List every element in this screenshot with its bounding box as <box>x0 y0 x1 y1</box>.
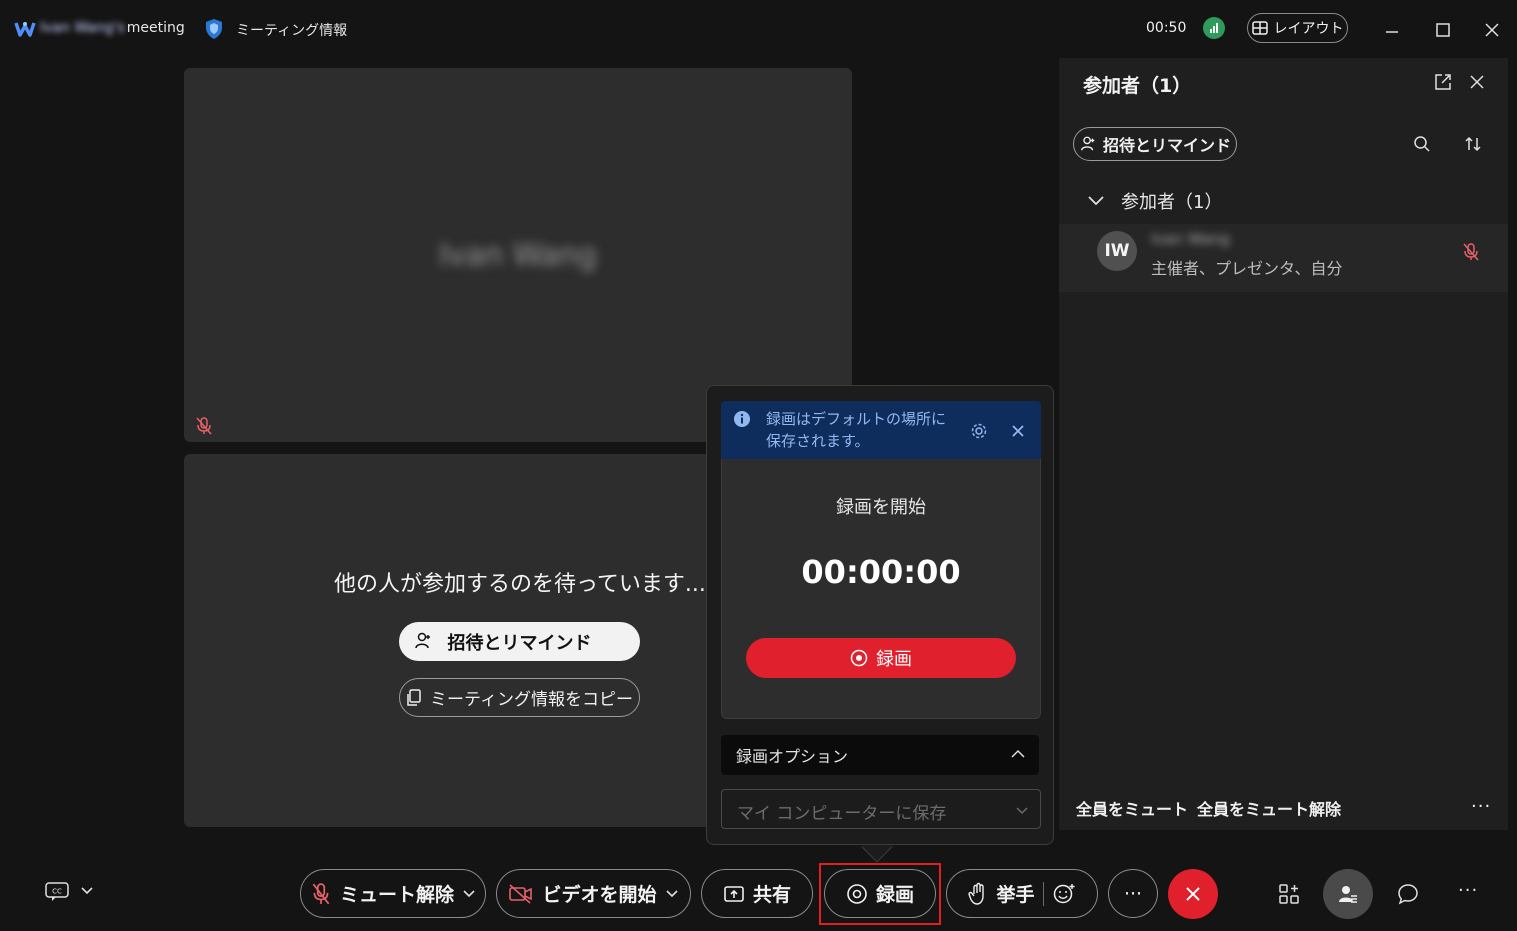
meeting-title-suffix: meeting <box>126 20 185 36</box>
recording-time: 00:00:00 <box>801 553 961 591</box>
record-button-highlight <box>819 863 941 925</box>
panel-more-button[interactable]: ··· <box>1471 796 1491 817</box>
recording-popup: 録画はデフォルトの場所に保存されます。 録画を開始 00:00:00 録画 録画… <box>706 385 1054 845</box>
recording-card: 録画を開始 00:00:00 録画 <box>721 459 1041 719</box>
copy-meeting-info-label: ミーティング情報をコピー <box>430 690 633 710</box>
unmute-button[interactable]: ミュート解除 <box>300 869 486 918</box>
muted-mic-icon[interactable] <box>1461 242 1481 262</box>
sort-icon[interactable] <box>1463 134 1483 154</box>
start-recording-label: 録画を開始 <box>836 497 926 518</box>
recording-options-toggle[interactable]: 録画オプション <box>721 735 1039 775</box>
participant-roles: 主催者、プレゼンタ、自分 <box>1151 259 1343 278</box>
meeting-timer: 00:50 <box>1146 20 1187 36</box>
tile-participant-name: Ivan Wang <box>439 238 597 273</box>
chat-icon[interactable] <box>1396 882 1420 906</box>
banner-text: 録画はデフォルトの場所に保存されます。 <box>766 410 947 450</box>
panel-invite-remind-button[interactable]: 招待とリマインド <box>1073 127 1237 161</box>
start-video-label: ビデオを開始 <box>542 884 657 906</box>
panel-invite-label: 招待とリマインド <box>1102 136 1231 155</box>
meeting-info-link[interactable]: ミーティング情報 <box>236 20 347 40</box>
chevron-down-icon[interactable] <box>462 889 476 899</box>
copy-meeting-info-button[interactable]: ミーティング情報をコピー <box>399 678 640 717</box>
close-window-icon[interactable] <box>1482 20 1502 40</box>
waiting-message: 他の人が参加するのを待っています.... <box>334 572 713 597</box>
more-options-button[interactable]: ··· <box>1108 869 1158 918</box>
chevron-down-icon <box>1014 802 1030 818</box>
chevron-down-icon <box>1087 195 1105 207</box>
maximize-icon[interactable] <box>1433 20 1453 40</box>
divider <box>1042 881 1044 906</box>
share-icon <box>723 884 745 904</box>
chevron-up-icon <box>1009 745 1027 763</box>
more-icon[interactable]: ··· <box>1458 880 1478 901</box>
close-icon[interactable] <box>1467 72 1487 92</box>
participant-group-label: 参加者（1） <box>1121 192 1223 213</box>
invite-remind-label: 招待とリマインド <box>447 632 592 654</box>
apps-icon[interactable] <box>1277 882 1301 906</box>
close-icon[interactable] <box>1008 421 1028 441</box>
webex-logo-icon <box>14 19 36 39</box>
raise-hand-button[interactable]: 挙手 <box>946 869 1098 918</box>
raise-hand-label: 挙手 <box>996 884 1035 906</box>
hand-icon <box>968 882 988 906</box>
meeting-title: Ivan Wang's meeting <box>40 20 185 36</box>
layout-label: レイアウト <box>1273 21 1344 37</box>
participant-name: Ivan Wang <box>1151 230 1230 248</box>
avatar: IW <box>1097 231 1137 271</box>
participants-panel: 参加者（1） 招待とリマインド 参加者（1） IW Ivan Wang 主催者、… <box>1059 58 1508 830</box>
leave-meeting-button[interactable] <box>1168 869 1218 919</box>
unmute-label: ミュート解除 <box>339 884 454 906</box>
recording-options-label: 録画オプション <box>736 747 849 766</box>
mute-all-button[interactable]: 全員をミュート <box>1076 796 1188 820</box>
minimize-icon[interactable] <box>1382 20 1402 40</box>
search-icon[interactable] <box>1412 134 1432 154</box>
info-icon <box>733 410 751 428</box>
save-location-select[interactable]: マイ コンピューターに保存 <box>721 789 1041 829</box>
connection-signal-icon[interactable] <box>1203 17 1225 39</box>
title-bar: Ivan Wang's meeting ミーティング情報 00:50 レイアウト <box>0 0 1517 58</box>
start-record-button[interactable]: 録画 <box>746 638 1016 678</box>
info-banner: 録画はデフォルトの場所に保存されます。 <box>721 401 1041 459</box>
popout-icon[interactable] <box>1433 72 1453 92</box>
layout-button[interactable]: レイアウト <box>1247 13 1348 43</box>
participants-icon <box>1336 882 1360 906</box>
reaction-smiley-icon[interactable] <box>1052 882 1076 906</box>
start-video-button[interactable]: ビデオを開始 <box>496 869 691 918</box>
chevron-down-icon[interactable] <box>665 889 679 899</box>
add-person-icon <box>413 631 433 651</box>
participants-button[interactable] <box>1323 869 1373 919</box>
copy-icon <box>406 688 422 707</box>
record-icon <box>850 649 868 667</box>
participant-group-header[interactable]: 参加者（1） <box>1087 188 1222 214</box>
share-button[interactable]: 共有 <box>701 869 813 918</box>
share-label: 共有 <box>752 884 791 906</box>
chevron-down-icon <box>80 886 94 896</box>
close-icon <box>1183 884 1203 904</box>
panel-title: 参加者（1） <box>1083 75 1192 97</box>
muted-mic-icon <box>310 882 332 906</box>
shield-icon[interactable] <box>205 18 223 40</box>
layout-grid-icon <box>1251 21 1268 35</box>
add-person-icon <box>1079 135 1097 153</box>
participant-row[interactable]: IW Ivan Wang 主催者、プレゼンタ、自分 <box>1059 224 1508 292</box>
record-button-label: 録画 <box>876 649 912 670</box>
gear-icon[interactable] <box>969 421 989 441</box>
closed-captions-icon: CC <box>44 880 70 902</box>
save-location-value: マイ コンピューターに保存 <box>737 804 947 824</box>
svg-text:CC: CC <box>52 888 62 896</box>
closed-captions-button[interactable]: CC <box>44 880 94 902</box>
muted-mic-icon <box>194 416 214 436</box>
unmute-all-button[interactable]: 全員をミュート解除 <box>1197 796 1341 820</box>
invite-remind-button[interactable]: 招待とリマインド <box>399 622 640 661</box>
meeting-host-name: Ivan Wang's <box>40 20 125 36</box>
video-off-icon <box>508 883 534 905</box>
